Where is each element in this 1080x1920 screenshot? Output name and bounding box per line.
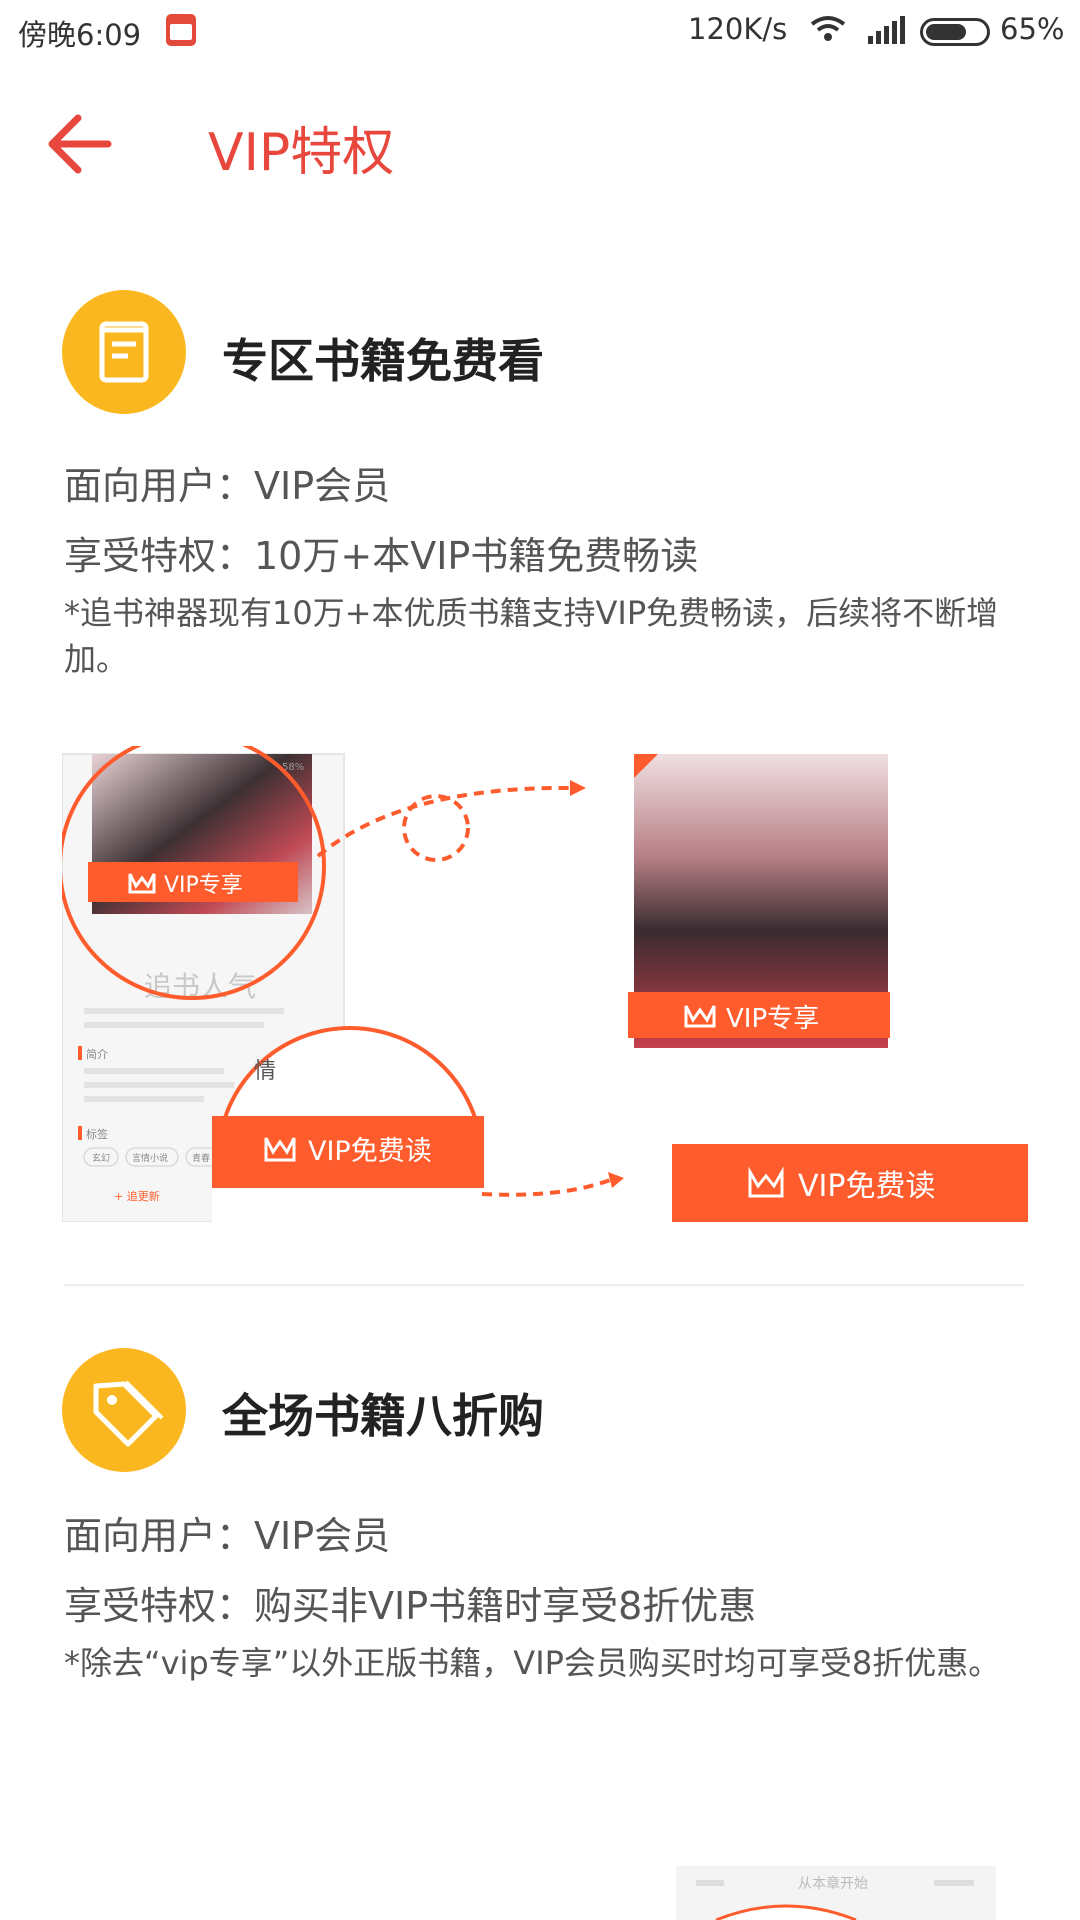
arrow-left-icon xyxy=(48,114,112,174)
battery-icon xyxy=(920,18,990,46)
note-text: *追书神器现有10万+本优质书籍支持VIP免费畅读，后续将不断增加。 xyxy=(64,594,999,678)
intro-label: 简介 xyxy=(86,1047,108,1061)
wifi-icon xyxy=(810,16,846,41)
audience-text: 面向用户：VIP会员 xyxy=(64,464,391,508)
read-button-text: VIP免费读 xyxy=(798,1169,935,1204)
tag-label: 标签 xyxy=(86,1127,108,1141)
section-icon-circle xyxy=(62,1348,186,1472)
preview-caption: 从本章开始 xyxy=(798,1875,868,1892)
back-button[interactable] xyxy=(44,108,116,180)
battery-percent: 65% xyxy=(1000,12,1065,46)
book-icon xyxy=(99,321,149,383)
tag-chip: 青春 xyxy=(192,1152,210,1164)
signal-icon xyxy=(868,16,905,44)
status-time: 傍晚6:09 xyxy=(18,18,142,52)
note-text: *除去“vip专享”以外正版书籍，VIP会员购买时均可享受8折优惠。 xyxy=(64,1644,1001,1682)
calendar-app-icon xyxy=(166,14,196,46)
status-bar: 傍晚6:09 120K/s 65% xyxy=(0,0,1080,64)
section-divider xyxy=(64,1284,1024,1286)
page-title: VIP特权 xyxy=(208,123,395,183)
section-title: 全场书籍八折购 xyxy=(222,1389,544,1443)
privilege-text: 享受特权：10万+本VIP书籍免费畅读 xyxy=(64,534,699,578)
privilege-text: 享受特权：购买非VIP书籍时享受8折优惠 xyxy=(64,1584,757,1628)
network-speed: 120K/s xyxy=(688,12,788,46)
tag-icon xyxy=(93,1380,164,1447)
badge-text: VIP专享 xyxy=(726,1004,819,1034)
badge-text: VIP专享 xyxy=(164,873,243,898)
detail-tag: 情 xyxy=(254,1059,276,1084)
section-icon-circle xyxy=(62,290,186,414)
tag-chip: 言情小说 xyxy=(132,1152,168,1164)
vip-illustration: 58% 追书人气 简介 标签 玄幻 言情小说 青春 + 追更新 VIP专享 VI… xyxy=(62,746,1028,1222)
audience-text: 面向用户：VIP会员 xyxy=(64,1514,391,1558)
follow-update-text: + 追更新 xyxy=(114,1189,160,1203)
reader-preview-illustration: 从本章开始 xyxy=(676,1866,996,1920)
tag-chip: 玄幻 xyxy=(92,1152,110,1164)
read-button-text: VIP免费读 xyxy=(308,1136,432,1167)
section-title: 专区书籍免费看 xyxy=(222,334,544,388)
